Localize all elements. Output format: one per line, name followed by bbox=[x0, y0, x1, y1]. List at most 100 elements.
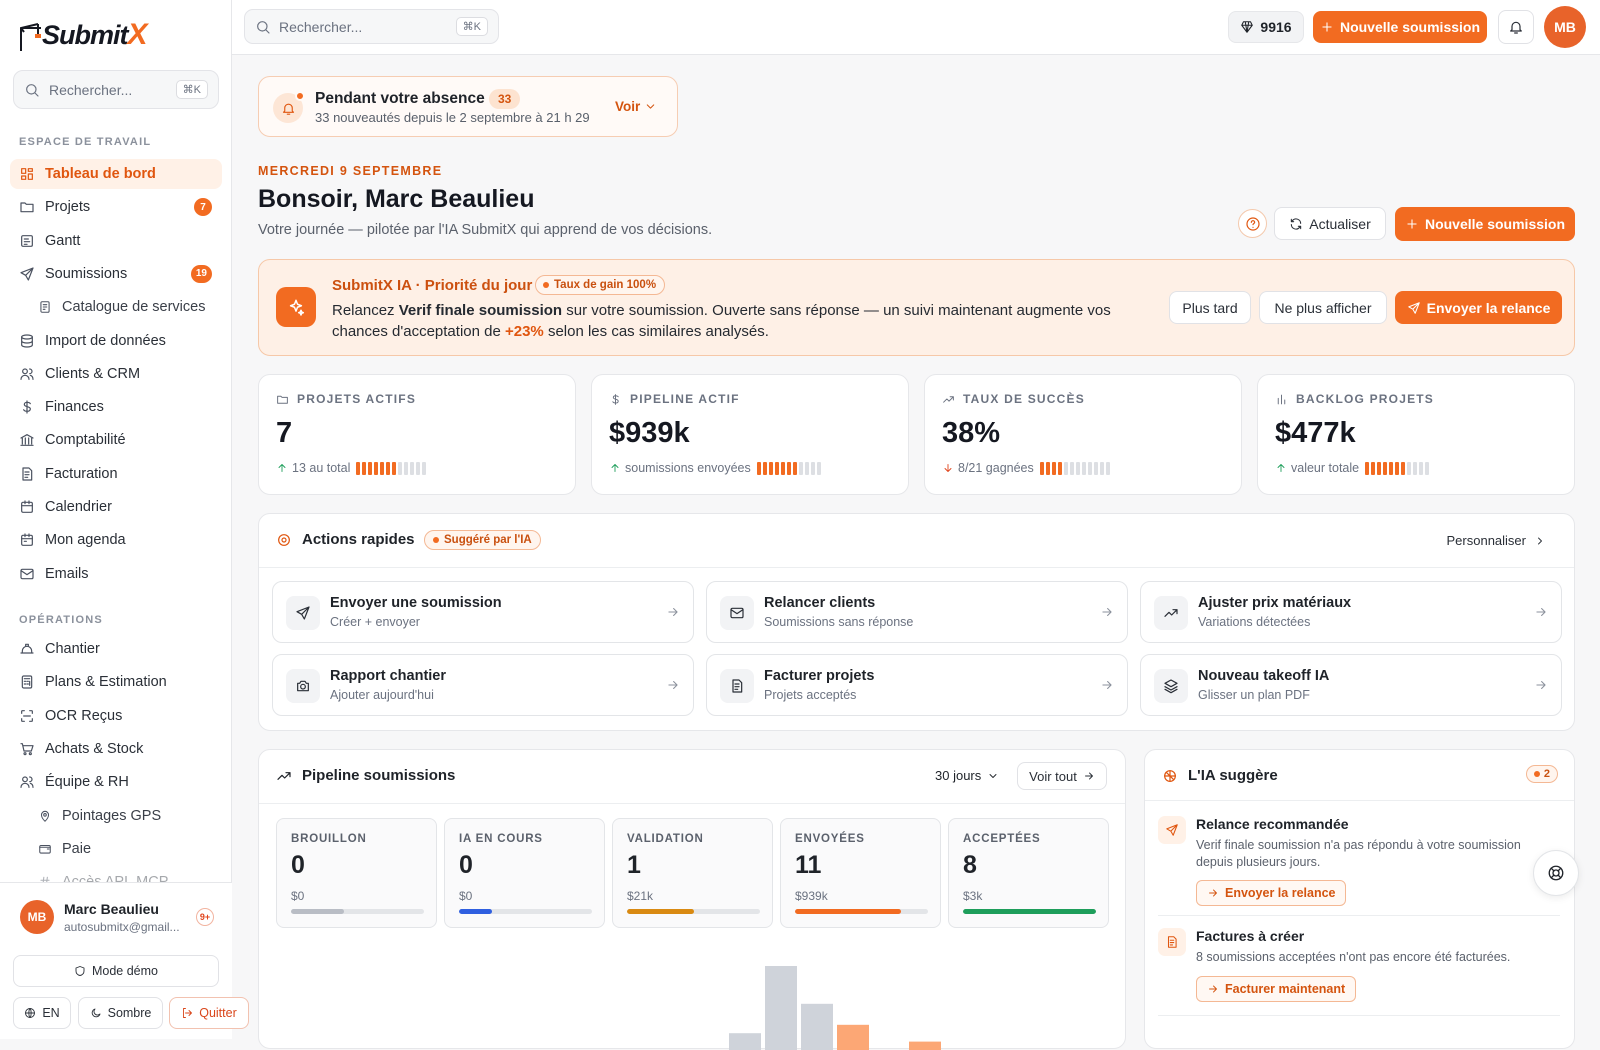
arrow-right-icon bbox=[1100, 605, 1114, 619]
sidebar-item-pointages-gps[interactable]: Pointages GPS bbox=[10, 801, 222, 831]
help-button[interactable] bbox=[1238, 209, 1267, 238]
sidebar-item-plans-estimation[interactable]: Plans & Estimation bbox=[10, 667, 222, 697]
suggestion-action-button[interactable]: Facturer maintenant bbox=[1196, 976, 1357, 1002]
user-profile[interactable]: MB Marc Beaulieu autosubmitx@gmail... bbox=[20, 900, 180, 934]
stage-progress-fill bbox=[627, 909, 694, 914]
quit-button[interactable]: Quitter bbox=[169, 997, 249, 1029]
later-button[interactable]: Plus tard bbox=[1169, 291, 1251, 324]
sidebar-item-ocr-recus[interactable]: OCR Reçus bbox=[10, 701, 222, 731]
stat-label-row: TAUX DE SUCCÈS bbox=[942, 392, 1085, 406]
sidebar-item-paie[interactable]: Paie bbox=[10, 834, 222, 864]
pipeline-stage[interactable]: IA EN COURS 0 $0 bbox=[444, 818, 605, 928]
quick-action-layers[interactable]: Nouveau takeoff IA Glisser un plan PDF bbox=[1140, 654, 1562, 716]
suggestion-action-button[interactable]: Envoyer la relance bbox=[1196, 880, 1347, 906]
quick-action-icon bbox=[1154, 596, 1188, 630]
new-submission-button-top[interactable]: Nouvelle soumission bbox=[1313, 11, 1487, 43]
quick-action-icon bbox=[286, 669, 320, 703]
sidebar-item-mon-agenda[interactable]: Mon agenda bbox=[10, 525, 222, 555]
refresh-label: Actualiser bbox=[1309, 215, 1371, 232]
stage-amount: $3k bbox=[963, 889, 983, 903]
period-select[interactable]: 30 jours bbox=[935, 768, 999, 783]
mail-icon bbox=[20, 568, 34, 579]
sidebar-item-clients-crm[interactable]: Clients & CRM bbox=[10, 359, 222, 389]
new-submission-button[interactable]: Nouvelle soumission bbox=[1395, 207, 1575, 241]
quick-action-mail[interactable]: Relancer clients Soumissions sans réponse bbox=[706, 581, 1128, 643]
arrow-right-icon bbox=[1100, 678, 1114, 692]
dollar-icon bbox=[612, 393, 619, 405]
notification-badge[interactable]: 9+ bbox=[196, 908, 214, 926]
quick-action-title: Envoyer une soumission bbox=[330, 595, 502, 611]
sidebar-item-comptabilite[interactable]: Comptabilité bbox=[10, 425, 222, 455]
sidebar-item-calendrier[interactable]: Calendrier bbox=[10, 492, 222, 522]
quick-action-camera[interactable]: Rapport chantier Ajouter aujourd'hui bbox=[272, 654, 694, 716]
stage-progress-track bbox=[459, 909, 592, 914]
view-all-label: Voir tout bbox=[1029, 768, 1077, 784]
absence-view-button[interactable]: Voir bbox=[615, 99, 657, 114]
progress-bar-segment bbox=[774, 461, 779, 475]
sidebar-item-import-de-donnees[interactable]: Import de données bbox=[10, 326, 222, 356]
sidebar-item-finances[interactable]: Finances bbox=[10, 392, 222, 422]
demo-mode-button[interactable]: Mode démo bbox=[13, 955, 219, 987]
stage-progress-track bbox=[795, 909, 928, 914]
stat-footer: 13 au total bbox=[276, 461, 427, 475]
sidebar-item-facturation[interactable]: Facturation bbox=[10, 459, 222, 489]
status-dot bbox=[1533, 771, 1540, 777]
sidebar-item-tableau-de-bord[interactable]: Tableau de bord bbox=[10, 159, 222, 189]
pipeline-stage[interactable]: VALIDATION 1 $21k bbox=[612, 818, 773, 928]
sidebar-item-projets[interactable]: Projets 7 bbox=[10, 192, 222, 222]
pipeline-stage[interactable]: BROUILLON 0 $0 bbox=[276, 818, 437, 928]
send-icon bbox=[1166, 824, 1178, 836]
progress-bar-segment bbox=[792, 461, 797, 475]
invoice-icon bbox=[732, 679, 743, 693]
status-dot bbox=[433, 537, 439, 543]
logo-crane-icon bbox=[20, 23, 41, 51]
sidebar-item-label: Plans & Estimation bbox=[45, 674, 167, 691]
theme-toggle-button[interactable]: Sombre bbox=[78, 997, 163, 1029]
points-counter[interactable]: 9916 bbox=[1228, 11, 1304, 43]
send-reminder-button[interactable]: Envoyer la relance bbox=[1395, 291, 1562, 324]
refresh-button[interactable]: Actualiser bbox=[1274, 207, 1386, 240]
stat-label: TAUX DE SUCCÈS bbox=[963, 392, 1085, 406]
quick-action-trend[interactable]: Ajuster prix matériaux Variations détecté… bbox=[1140, 581, 1562, 643]
stat-label: PROJETS ACTIFS bbox=[297, 392, 417, 406]
sidebar-item-achats-stock[interactable]: Achats & Stock bbox=[10, 734, 222, 764]
shield-icon bbox=[75, 966, 85, 976]
hardhat-icon bbox=[20, 643, 34, 654]
progress-bar-segment bbox=[1371, 461, 1376, 475]
sidebar-item-soumissions[interactable]: Soumissions 19 bbox=[10, 259, 222, 289]
sidebar-item-chantier[interactable]: Chantier bbox=[10, 634, 222, 664]
sidebar-item-label: Calendrier bbox=[45, 499, 112, 515]
bank-icon bbox=[20, 434, 34, 447]
sidebar-search[interactable]: Rechercher... ⌘K bbox=[13, 70, 219, 109]
camera-icon bbox=[297, 680, 309, 692]
logo[interactable]: SubmitX bbox=[18, 8, 148, 52]
sidebar-item-gantt[interactable]: Gantt bbox=[10, 226, 222, 256]
progress-bar-segment bbox=[380, 461, 385, 475]
cart-icon bbox=[20, 742, 34, 756]
view-all-button[interactable]: Voir tout bbox=[1017, 762, 1107, 790]
progress-bar-segment bbox=[756, 461, 761, 475]
notifications-button[interactable] bbox=[1498, 10, 1534, 44]
dismiss-button[interactable]: Ne plus afficher bbox=[1259, 291, 1387, 324]
divider bbox=[259, 803, 1125, 804]
quick-action-send[interactable]: Envoyer une soumission Créer + envoyer bbox=[272, 581, 694, 643]
floating-help-button[interactable] bbox=[1533, 850, 1579, 896]
global-search-input[interactable]: Rechercher... ⌘K bbox=[244, 9, 499, 44]
language-button[interactable]: EN bbox=[13, 997, 71, 1029]
pipeline-stage[interactable]: ENVOYÉES 11 $939k bbox=[780, 818, 941, 928]
sidebar-item-catalogue-de-services[interactable]: Catalogue de services bbox=[10, 292, 222, 322]
stage-label: ENVOYÉES bbox=[795, 833, 865, 845]
page-subtitle: Votre journée — pilotée par l'IA SubmitX… bbox=[258, 222, 713, 238]
customize-button[interactable]: Personnaliser bbox=[1447, 533, 1547, 548]
progress-bar-segment bbox=[416, 461, 421, 475]
sidebar-item-equipe-rh[interactable]: Équipe & RH bbox=[10, 767, 222, 797]
progress-bar-segment bbox=[1389, 461, 1394, 475]
user-avatar[interactable]: MB bbox=[1544, 6, 1586, 48]
pipeline-stage[interactable]: ACCEPTÉES 8 $3k bbox=[948, 818, 1109, 928]
agenda-icon bbox=[21, 533, 33, 547]
chart-icon bbox=[1277, 394, 1286, 404]
sidebar-item-emails[interactable]: Emails bbox=[10, 559, 222, 589]
quick-action-invoice[interactable]: Facturer projets Projets acceptés bbox=[706, 654, 1128, 716]
arrow-up-icon bbox=[611, 464, 619, 472]
stat-footer: valeur totale bbox=[1275, 461, 1430, 475]
